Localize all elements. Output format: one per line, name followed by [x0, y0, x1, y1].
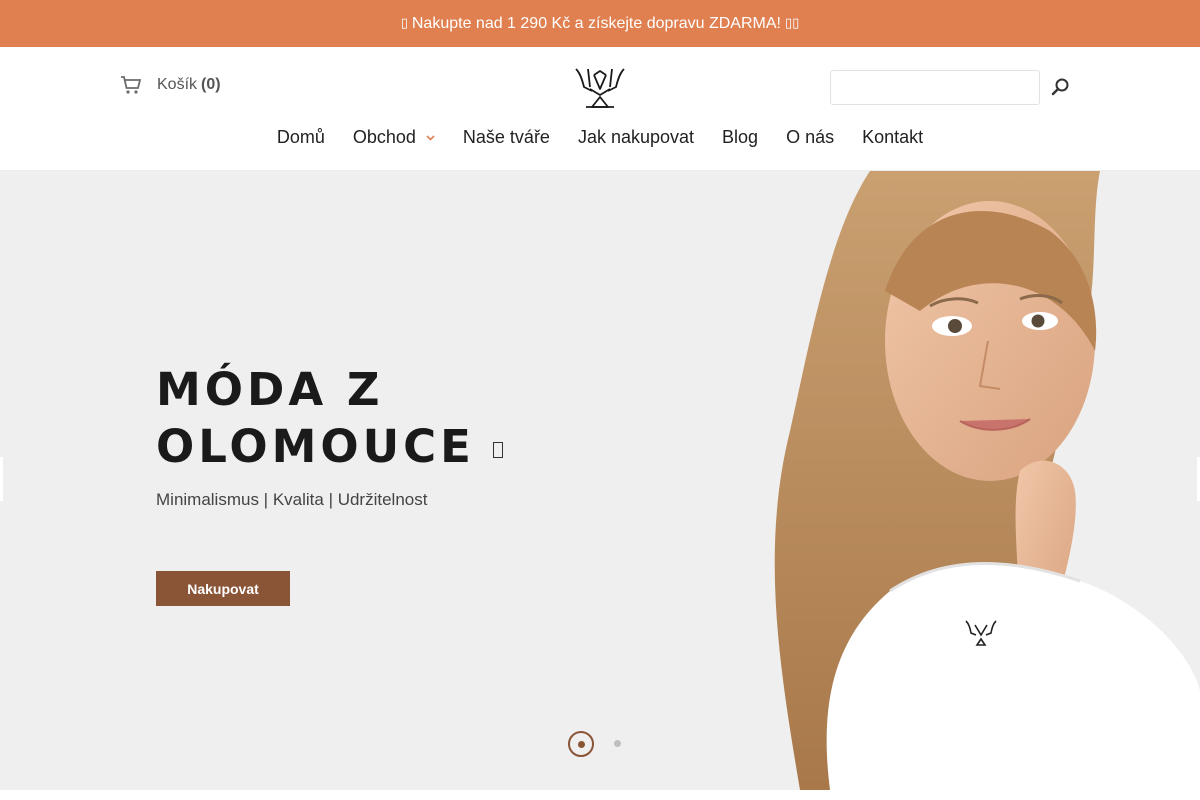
- cart-count: (0): [201, 76, 221, 93]
- hero-headline-line2: OLOMOUCE: [156, 418, 503, 475]
- search-icon: [1051, 78, 1069, 96]
- cart-icon: [121, 76, 142, 94]
- hero-headline: MÓDA Z OLOMOUCE: [156, 361, 503, 475]
- nav-item-about[interactable]: O nás: [772, 127, 848, 148]
- promo-text: Nakupte nad 1 290 Kč a získejte dopravu …: [411, 14, 781, 32]
- search-input[interactable]: [830, 70, 1040, 105]
- hero-model-image: [774, 171, 1200, 790]
- truck-icon: ▯▯: [784, 16, 800, 31]
- chevron-down-icon: [426, 131, 435, 144]
- cart-link[interactable]: Košík (0): [120, 75, 221, 95]
- slider-prev-arrow[interactable]: [0, 457, 3, 501]
- hero-headline-line2-text: OLOMOUCE: [156, 420, 475, 473]
- nav-item-blog[interactable]: Blog: [708, 127, 772, 148]
- site-header: Košík (0) Domů Obchod Naše tváře Jak nak…: [0, 47, 1200, 171]
- placeholder-icon: [492, 442, 503, 458]
- shop-now-button[interactable]: Nakupovat: [156, 571, 290, 606]
- hero-subtitle: Minimalismus | Kvalita | Udržitelnost: [156, 490, 428, 509]
- brand-logo[interactable]: [574, 65, 626, 109]
- nav-item-shop-label: Obchod: [352, 127, 416, 147]
- hero-headline-line1: MÓDA Z: [156, 363, 384, 416]
- hero-bottom-gap: [0, 790, 1200, 800]
- main-nav: Domů Obchod Naše tváře Jak nakupovat Blo…: [0, 127, 1200, 148]
- promo-bar: ▯ Nakupte nad 1 290 Kč a získejte doprav…: [0, 0, 1200, 47]
- slider-dot-1[interactable]: [568, 731, 594, 757]
- gift-icon: ▯: [400, 16, 408, 31]
- nav-item-shop[interactable]: Obchod: [339, 127, 449, 148]
- nav-item-home[interactable]: Domů: [263, 127, 339, 148]
- nav-item-faces[interactable]: Naše tváře: [449, 127, 564, 148]
- slider-dot-2[interactable]: [614, 740, 621, 747]
- slider-dot-1-center: [577, 740, 585, 748]
- search-button[interactable]: [1048, 75, 1072, 99]
- nav-item-contact[interactable]: Kontakt: [848, 127, 937, 148]
- hero-slider: MÓDA Z OLOMOUCE Minimalismus | Kvalita |…: [0, 171, 1200, 790]
- nav-item-how-to-buy[interactable]: Jak nakupovat: [564, 127, 708, 148]
- cart-label: Košík: [157, 76, 198, 93]
